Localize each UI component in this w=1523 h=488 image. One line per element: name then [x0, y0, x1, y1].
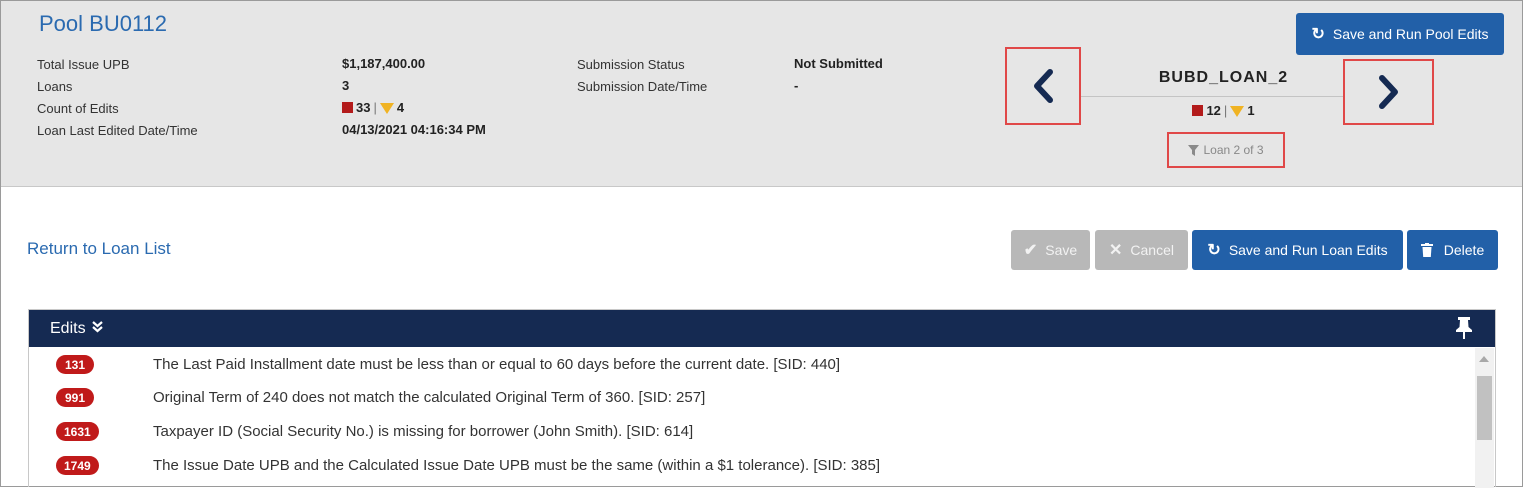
submission-status-value: Not Submitted — [794, 56, 883, 71]
edit-message: The Last Paid Installment date must be l… — [153, 356, 841, 373]
next-loan-button[interactable] — [1345, 61, 1432, 123]
count-separator: | — [1223, 103, 1228, 118]
loan-warning-count: 1 — [1247, 103, 1255, 118]
loans-value: 3 — [342, 78, 350, 93]
last-edited-label: Loan Last Edited Date/Time — [37, 123, 198, 138]
loan-edit-counts: 12 | 1 — [1161, 103, 1286, 118]
last-edited-value: 04/13/2021 04:16:34 PM — [342, 122, 486, 137]
edit-code-badge: 1749 — [56, 456, 99, 475]
edit-row: 131 The Last Paid Installment date must … — [29, 348, 1469, 381]
return-to-loan-list-link[interactable]: Return to Loan List — [27, 239, 171, 259]
pin-icon[interactable] — [1455, 317, 1473, 344]
trash-icon — [1420, 243, 1433, 257]
scroll-up-icon[interactable] — [1479, 356, 1489, 362]
pool-error-count: 33 — [356, 100, 371, 115]
chevron-left-icon — [1034, 69, 1053, 103]
delete-label: Delete — [1443, 242, 1485, 258]
loan-position-filter[interactable]: Loan 2 of 3 — [1167, 132, 1285, 168]
total-issue-upb-value: $1,187,400.00 — [342, 56, 426, 71]
save-run-loan-edits-label: Save and Run Loan Edits — [1228, 242, 1388, 258]
count-separator: | — [373, 100, 377, 115]
pool-title: Pool BU0112 — [39, 11, 168, 36]
save-run-pool-edits-label: Save and Run Pool Edits — [1332, 26, 1489, 42]
check-icon: ✔ — [1023, 242, 1038, 259]
submission-datetime-label: Submission Date/Time — [577, 79, 708, 94]
chevron-double-down-icon — [92, 321, 103, 333]
scrollbar-thumb[interactable] — [1477, 376, 1492, 440]
loan-error-count: 12 — [1206, 103, 1221, 118]
edit-code-badge: 131 — [56, 355, 94, 374]
edit-message: Taxpayer ID (Social Security No.) is mis… — [153, 423, 694, 440]
cancel-button[interactable]: ✕ Cancel — [1095, 230, 1188, 270]
error-square-icon — [342, 102, 353, 113]
edit-row: 1631 Taxpayer ID (Social Security No.) i… — [29, 415, 1469, 448]
loans-label: Loans — [37, 79, 73, 94]
loan-nav-divider — [1079, 96, 1344, 97]
submission-datetime-value: - — [794, 78, 799, 93]
prev-loan-button[interactable] — [1007, 49, 1079, 123]
save-run-loan-edits-button[interactable]: ↻ Save and Run Loan Edits — [1192, 230, 1403, 270]
save-label: Save — [1045, 242, 1078, 258]
chevron-right-icon — [1378, 75, 1398, 109]
edits-title[interactable]: Edits — [50, 320, 103, 338]
edit-message: Original Term of 240 does not match the … — [153, 389, 706, 406]
count-of-edits-value: 33 | 4 — [342, 100, 404, 115]
edits-panel: Edits 131 The Last Paid Installment date… — [28, 309, 1496, 488]
count-of-edits-label: Count of Edits — [37, 101, 119, 116]
filter-icon — [1188, 144, 1200, 156]
pool-header: Pool BU0112 Total Issue UPB $1,187,400.0… — [1, 1, 1522, 187]
close-icon: ✕ — [1109, 242, 1123, 259]
cancel-label: Cancel — [1130, 242, 1174, 258]
refresh-icon: ↻ — [1311, 26, 1325, 43]
submission-status-label: Submission Status — [577, 57, 685, 72]
edit-message: The Issue Date UPB and the Calculated Is… — [153, 457, 881, 474]
warning-triangle-icon — [1230, 106, 1245, 117]
edits-title-text: Edits — [50, 320, 86, 337]
edit-code-badge: 1631 — [56, 422, 99, 441]
edits-scrollbar[interactable] — [1475, 348, 1494, 488]
save-run-pool-edits-button[interactable]: ↻ Save and Run Pool Edits — [1296, 13, 1504, 55]
refresh-icon: ↻ — [1207, 242, 1221, 259]
edit-code-badge: 991 — [56, 388, 94, 407]
pool-warning-count: 4 — [396, 100, 405, 115]
total-issue-upb-label: Total Issue UPB — [37, 57, 130, 72]
warning-triangle-icon — [379, 103, 394, 114]
loan-name: BUBD_LOAN_2 — [1158, 69, 1289, 86]
loan-position-text: Loan 2 of 3 — [1203, 143, 1264, 157]
edits-panel-header[interactable]: Edits — [29, 310, 1495, 347]
delete-button[interactable]: Delete — [1407, 230, 1498, 270]
save-button[interactable]: ✔ Save — [1011, 230, 1090, 270]
edit-row: 991 Original Term of 240 does not match … — [29, 381, 1469, 414]
error-square-icon — [1192, 105, 1204, 116]
edit-row: 1749 The Issue Date UPB and the Calculat… — [29, 449, 1469, 482]
